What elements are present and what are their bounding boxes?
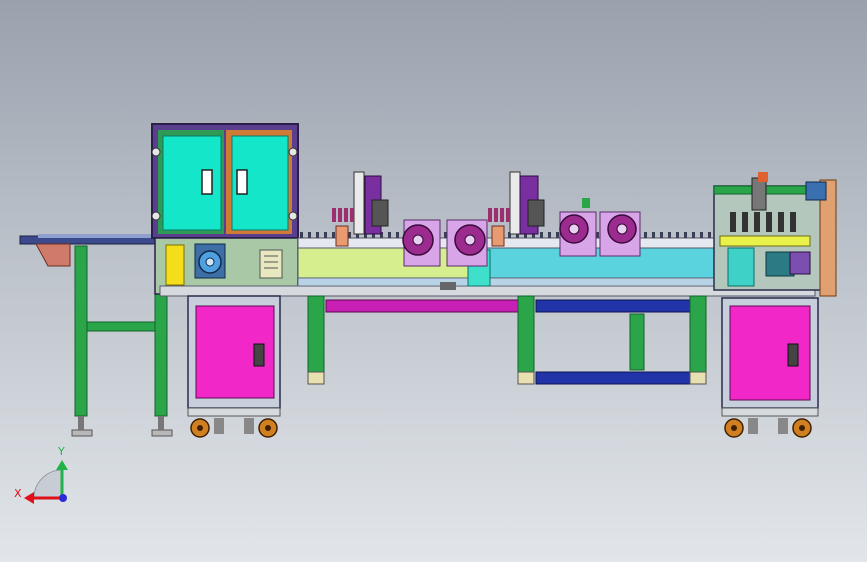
infeed-belt-top [38, 234, 162, 238]
reel-unit-4 [599, 211, 641, 257]
right-cabinet [721, 297, 819, 438]
spring-cluster [332, 208, 354, 222]
reel-unit-1 [402, 219, 441, 267]
infeed-leg-left [74, 245, 88, 417]
left-enclosure [151, 123, 299, 295]
door-handle-icon [201, 169, 213, 195]
infeed-conveyor [19, 234, 173, 437]
x-axis-label: X [14, 487, 22, 500]
infeed-crossbar [86, 321, 156, 332]
yellow-bar [719, 235, 811, 247]
caster-wheel-icon [792, 418, 812, 438]
spring-cluster [488, 208, 510, 222]
orange-block [335, 225, 349, 247]
coordinate-triad-icon: Y X [14, 445, 68, 504]
infeed-foot-right [151, 429, 173, 437]
caster-wheel-icon [724, 418, 744, 438]
cad-viewport[interactable]: Y X [0, 0, 867, 562]
beam-magenta [325, 299, 519, 313]
station-1 [332, 171, 389, 247]
vertical-plate [509, 171, 521, 235]
leg-4 [689, 295, 707, 385]
caster-wheel-icon [258, 418, 278, 438]
cyan-block [727, 247, 755, 287]
reel-unit-3 [559, 198, 597, 257]
orange-block [491, 225, 505, 247]
rail-tracks [297, 277, 719, 287]
door-handle-icon [253, 343, 265, 367]
rail-upper [297, 237, 719, 249]
machine-drawing: Y X [14, 123, 837, 504]
leg-1 [307, 295, 325, 385]
lower-frame [307, 295, 707, 385]
rail-body-left [297, 247, 469, 279]
yellow-panel [165, 244, 185, 286]
door-handle-icon [787, 343, 799, 367]
caster-wheel-icon [190, 418, 210, 438]
z-axis-dot [59, 494, 67, 502]
leg-2 [517, 295, 535, 385]
door-handle-icon [236, 169, 248, 195]
beam-blue-lower [535, 371, 691, 385]
right-station [713, 172, 837, 297]
leg-3 [629, 313, 645, 371]
vertical-plate [353, 171, 365, 235]
beam-blue-upper [535, 299, 697, 313]
infeed-end-block [35, 243, 71, 267]
y-axis-label: Y [57, 445, 65, 458]
left-cabinet [187, 295, 281, 438]
infeed-foot-left [71, 429, 93, 437]
reel-unit-2 [446, 219, 488, 267]
